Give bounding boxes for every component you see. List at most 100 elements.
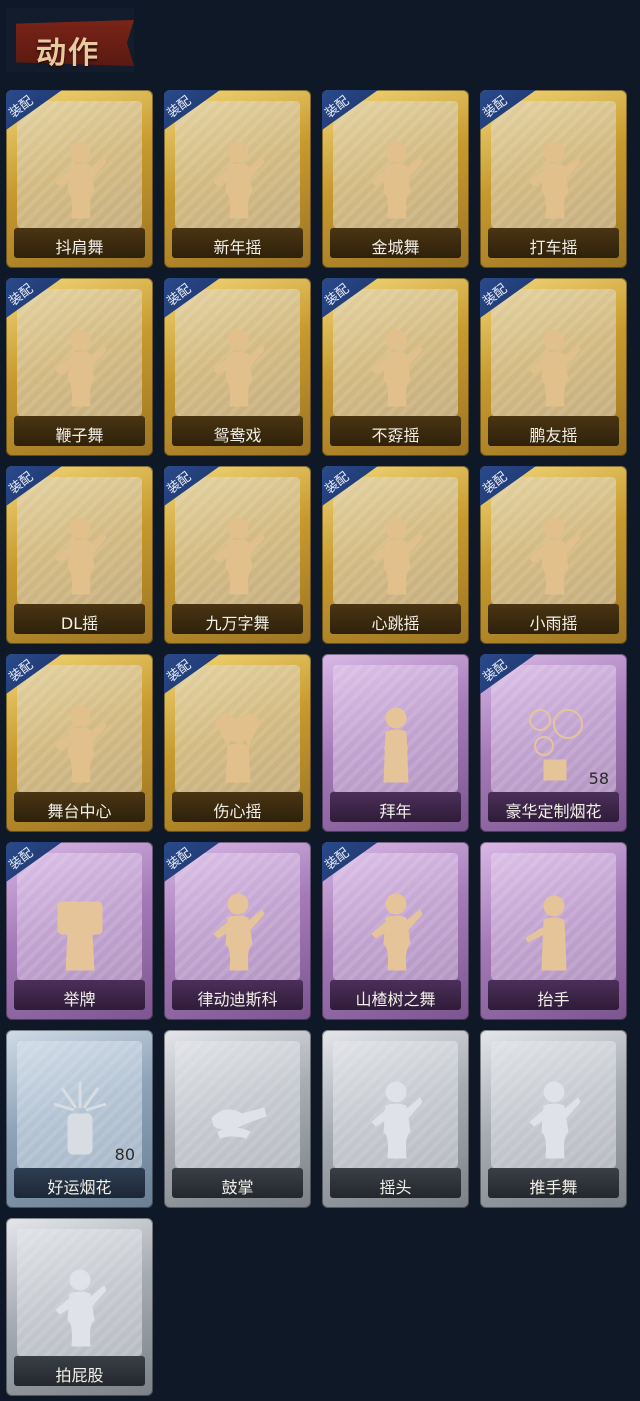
dancer-pose-icon bbox=[212, 517, 265, 595]
emote-card[interactable]: 抬手 bbox=[480, 842, 627, 1020]
section-header: 动作 bbox=[6, 8, 134, 72]
hold-sign-icon bbox=[57, 901, 102, 971]
card-label-bar: DL摇 bbox=[14, 604, 145, 634]
dancer-pose-icon bbox=[212, 141, 265, 219]
dancer-pose-icon bbox=[212, 329, 265, 407]
card-label-bar: 抬手 bbox=[488, 980, 619, 1010]
card-label-bar: 山楂树之舞 bbox=[330, 980, 461, 1010]
emote-name: 豪华定制烟花 bbox=[505, 802, 602, 821]
dancer-pose-icon bbox=[54, 705, 107, 783]
emote-card[interactable]: 58 豪华定制烟花 装配 bbox=[480, 654, 627, 832]
dancer-pose-icon bbox=[54, 1269, 107, 1347]
heart-hands-icon bbox=[214, 714, 261, 783]
emote-name: 新年摇 bbox=[213, 238, 262, 257]
bow-greeting-icon bbox=[382, 707, 409, 783]
emote-card[interactable]: 伤心摇 装配 bbox=[164, 654, 311, 832]
emote-name: 举牌 bbox=[63, 990, 96, 1009]
card-label-bar: 小雨摇 bbox=[488, 604, 619, 634]
card-label-bar: 不孬摇 bbox=[330, 416, 461, 446]
emote-name: 抬手 bbox=[537, 990, 570, 1009]
firework-can-icon bbox=[53, 1082, 106, 1155]
dancer-pose-icon bbox=[370, 329, 423, 407]
emote-name: 打车摇 bbox=[529, 238, 578, 257]
dancer-pose-icon bbox=[370, 517, 423, 595]
emote-name: 摇头 bbox=[379, 1178, 412, 1197]
card-label-bar: 新年摇 bbox=[172, 228, 303, 258]
emote-name: 抖肩舞 bbox=[55, 238, 104, 257]
raise-hand-icon bbox=[524, 895, 567, 971]
card-label-bar: 九万字舞 bbox=[172, 604, 303, 634]
emote-name: 九万字舞 bbox=[205, 614, 270, 633]
emote-card[interactable]: 鞭子舞 装配 bbox=[6, 278, 153, 456]
emote-name: 鸳鸯戏 bbox=[213, 426, 262, 445]
card-label-bar: 打车摇 bbox=[488, 228, 619, 258]
card-label-bar: 鼓掌 bbox=[172, 1168, 303, 1198]
emote-name: 鞭子舞 bbox=[55, 426, 104, 445]
card-label-bar: 心跳摇 bbox=[330, 604, 461, 634]
emote-card[interactable]: 心跳摇 装配 bbox=[322, 466, 469, 644]
emote-name: 伤心摇 bbox=[213, 802, 262, 821]
card-label-bar: 抖肩舞 bbox=[14, 228, 145, 258]
card-label-bar: 伤心摇 bbox=[172, 792, 303, 822]
emote-card[interactable]: DL摇 装配 bbox=[6, 466, 153, 644]
emote-name: 好运烟花 bbox=[47, 1178, 112, 1197]
emote-card[interactable]: 小雨摇 装配 bbox=[480, 466, 627, 644]
dancer-pose-icon bbox=[528, 517, 581, 595]
card-label-bar: 鸳鸯戏 bbox=[172, 416, 303, 446]
dancer-pose-icon bbox=[54, 329, 107, 407]
card-label-bar: 律动迪斯科 bbox=[172, 980, 303, 1010]
emote-card[interactable]: 摇头 bbox=[322, 1030, 469, 1208]
emote-card[interactable]: 不孬摇 装配 bbox=[322, 278, 469, 456]
clap-hands-icon bbox=[210, 1107, 267, 1139]
item-count: 58 bbox=[588, 769, 609, 788]
card-label-bar: 鞭子舞 bbox=[14, 416, 145, 446]
emote-card[interactable]: 80 好运烟花 bbox=[6, 1030, 153, 1208]
emote-name: 心跳摇 bbox=[371, 614, 420, 633]
card-label-bar: 豪华定制烟花 bbox=[488, 792, 619, 822]
dancer-pose-icon bbox=[528, 141, 581, 219]
emote-card[interactable]: 山楂树之舞 装配 bbox=[322, 842, 469, 1020]
fireworks-box-icon bbox=[528, 709, 583, 781]
emote-name: 拍屁股 bbox=[55, 1366, 104, 1385]
emote-card[interactable]: 推手舞 bbox=[480, 1030, 627, 1208]
emote-card[interactable]: 新年摇 装配 bbox=[164, 90, 311, 268]
emote-name: 不孬摇 bbox=[371, 426, 420, 445]
emote-card[interactable]: 打车摇 装配 bbox=[480, 90, 627, 268]
emote-card[interactable]: 九万字舞 装配 bbox=[164, 466, 311, 644]
dancer-pose-icon bbox=[370, 893, 423, 971]
dancer-pose-icon bbox=[54, 517, 107, 595]
card-label-bar: 鹏友摇 bbox=[488, 416, 619, 446]
emote-card[interactable]: 鼓掌 bbox=[164, 1030, 311, 1208]
emote-name: 金城舞 bbox=[371, 238, 420, 257]
card-label-bar: 好运烟花 bbox=[14, 1168, 145, 1198]
emote-card[interactable]: 拍屁股 bbox=[6, 1218, 153, 1396]
dancer-pose-icon bbox=[528, 329, 581, 407]
card-label-bar: 举牌 bbox=[14, 980, 145, 1010]
emote-name: 推手舞 bbox=[529, 1178, 578, 1197]
emote-card[interactable]: 舞台中心 装配 bbox=[6, 654, 153, 832]
emote-card[interactable]: 律动迪斯科 装配 bbox=[164, 842, 311, 1020]
card-label-bar: 金城舞 bbox=[330, 228, 461, 258]
emote-name: DL摇 bbox=[60, 614, 99, 633]
dancer-pose-icon bbox=[54, 141, 107, 219]
emote-card[interactable]: 举牌 装配 bbox=[6, 842, 153, 1020]
emote-name: 小雨摇 bbox=[529, 614, 578, 633]
emote-name: 拜年 bbox=[379, 802, 412, 821]
emote-card[interactable]: 抖肩舞 装配 bbox=[6, 90, 153, 268]
item-count: 80 bbox=[114, 1145, 135, 1164]
dancer-pose-icon bbox=[212, 893, 265, 971]
dancer-pose-icon bbox=[528, 1081, 581, 1159]
emote-name: 山楂树之舞 bbox=[355, 990, 436, 1009]
emote-card[interactable]: 金城舞 装配 bbox=[322, 90, 469, 268]
card-label-bar: 推手舞 bbox=[488, 1168, 619, 1198]
dancer-pose-icon bbox=[370, 141, 423, 219]
card-label-bar: 摇头 bbox=[330, 1168, 461, 1198]
emote-card[interactable]: 鸳鸯戏 装配 bbox=[164, 278, 311, 456]
emote-name: 鹏友摇 bbox=[529, 426, 578, 445]
emote-name: 舞台中心 bbox=[47, 802, 112, 821]
emote-card[interactable]: 鹏友摇 装配 bbox=[480, 278, 627, 456]
card-label-bar: 拍屁股 bbox=[14, 1356, 145, 1386]
emote-name: 鼓掌 bbox=[221, 1178, 254, 1197]
card-label-bar: 拜年 bbox=[330, 792, 461, 822]
emote-card[interactable]: 拜年 bbox=[322, 654, 469, 832]
